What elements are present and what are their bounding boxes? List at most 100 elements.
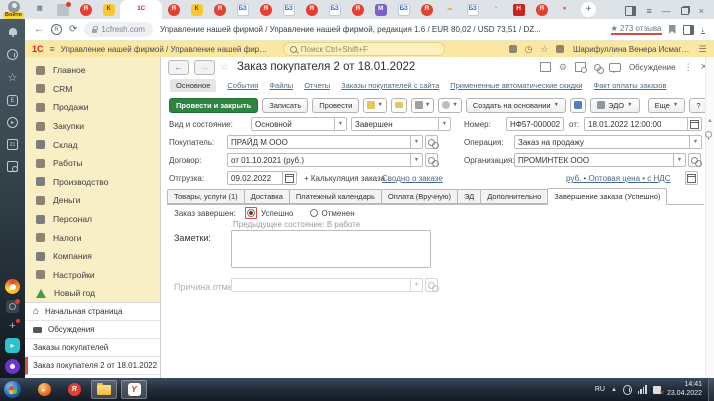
nav-tab[interactable]: Основное (170, 79, 216, 92)
tray-expand-icon[interactable]: ▲ (611, 387, 617, 393)
operation-input[interactable] (515, 138, 689, 147)
side-panel-icon[interactable] (625, 6, 636, 16)
open-contract-button[interactable] (425, 153, 438, 167)
order-calculation-link[interactable]: + Калькуляция заказа (304, 174, 385, 183)
browser-tab[interactable]: Я (300, 0, 323, 19)
yandex-app-button[interactable]: Я (61, 380, 87, 399)
history-icon[interactable] (7, 49, 18, 60)
restore-button[interactable] (681, 7, 689, 15)
calendar-icon[interactable] (687, 118, 701, 130)
detail-tab[interactable]: Товары, услуги (1) (167, 189, 245, 204)
print-button[interactable]: ▼ (411, 98, 434, 113)
detail-tab[interactable]: Завершение заказа (Успешно) (547, 188, 667, 205)
tab-groups-icon[interactable] (6, 300, 19, 313)
email-button[interactable] (391, 98, 407, 113)
browser-tab[interactable]: БЗ (461, 0, 484, 19)
sidebar-menu-item[interactable]: Работы (25, 154, 160, 173)
detail-tab[interactable]: Доставка (244, 189, 290, 204)
browser-tab[interactable]: ☁ (438, 0, 461, 19)
open-buyer-button[interactable] (425, 135, 438, 149)
price-settings-link[interactable]: руб. • Оптовая цена • с НДС (566, 174, 671, 183)
dropdown-icon[interactable]: ▼ (410, 136, 422, 148)
date-field[interactable] (584, 117, 702, 131)
dropdown-icon[interactable]: ▼ (334, 118, 346, 130)
open-window-item[interactable]: Начальная страница (25, 303, 160, 321)
refresh-icon[interactable]: ⟳ (69, 25, 77, 35)
close-window-button[interactable]: × (699, 6, 704, 16)
video-icon[interactable]: ▸ (7, 117, 18, 128)
screenshot-icon[interactable] (7, 161, 18, 172)
browser-tab[interactable]: ● (553, 0, 576, 19)
price-settings-button[interactable] (685, 171, 698, 185)
discussion-label[interactable]: Обсуждение (629, 63, 676, 72)
sidebar-menu-item[interactable]: Закупки (25, 117, 160, 136)
order-state-field[interactable]: ▼ (351, 117, 451, 131)
sidebar-menu-item[interactable]: Новый год (25, 284, 160, 303)
browser-tab[interactable]: Я (74, 0, 97, 19)
url-field[interactable]: 1cfresh.com (84, 22, 153, 37)
buyer-field[interactable]: ▼ (227, 135, 423, 149)
detail-tab[interactable]: Оплата (Вручную) (381, 189, 458, 204)
dropdown-icon[interactable]: ▼ (689, 136, 701, 148)
cancel-reason-open-button[interactable] (425, 278, 438, 292)
dropdown-icon[interactable]: ▼ (673, 154, 685, 166)
nav-tab[interactable]: Заказы покупателей с сайта (341, 81, 439, 90)
edo-button[interactable]: ЭДО▼ (590, 98, 640, 113)
organization-field[interactable]: ▼ (514, 153, 686, 167)
timer-button[interactable]: ▼ (438, 98, 461, 113)
open-window-item[interactable]: Обсуждения (25, 321, 160, 339)
sidebar-menu-item[interactable]: Настройки (25, 266, 160, 285)
services-icon[interactable]: E (7, 95, 18, 106)
search-doc-icon[interactable] (575, 62, 586, 72)
taskbar-clock[interactable]: 14:41 23.04.2022 (667, 381, 702, 399)
app-search-input[interactable]: Поиск Ctrl+Shift+F (283, 42, 445, 56)
alice-icon[interactable] (5, 359, 20, 374)
print-doc-button[interactable]: ▼ (363, 98, 386, 113)
buyer-input[interactable] (228, 138, 410, 147)
minimize-button[interactable]: — (662, 6, 671, 16)
nav-tab[interactable]: Примененные автоматические скидки (450, 81, 582, 90)
reviews-badge[interactable]: ★ 273 отзыва (611, 24, 662, 35)
browser-tab[interactable]: ▦ (28, 0, 51, 19)
order-summary-link[interactable]: Сводно о заказе (382, 174, 443, 183)
browser-tab[interactable]: Н (507, 0, 530, 19)
radio-cancelled-label[interactable]: Отменен (322, 209, 355, 218)
browser-tab[interactable]: БЗ (277, 0, 300, 19)
nav-tab[interactable]: Файлы (269, 81, 293, 90)
create-based-on-button[interactable]: Создать на основании▼ (466, 98, 566, 113)
tray-clock-icon[interactable] (623, 385, 632, 394)
favorite-star-icon[interactable]: ☆ (220, 62, 229, 73)
dropdown-icon[interactable]: ▼ (410, 154, 422, 166)
forward-button[interactable]: → (194, 60, 215, 75)
radio-success[interactable] (245, 207, 257, 219)
dropdown-icon[interactable]: ▼ (410, 279, 422, 291)
notifications-icon[interactable] (6, 25, 19, 38)
dropdown-icon[interactable]: ▼ (438, 118, 450, 130)
browser-tab[interactable]: Я (162, 0, 185, 19)
back-button[interactable]: ← (168, 60, 189, 75)
calendar-icon[interactable]: 21 (7, 139, 18, 150)
network-icon[interactable] (638, 385, 647, 394)
start-button[interactable] (4, 381, 21, 398)
keyboard-language[interactable]: RU (595, 386, 605, 393)
post-and-close-button[interactable]: Провести и закрыть (169, 98, 258, 113)
browser-menu-icon[interactable]: ≡ (646, 6, 651, 16)
add-panel-icon[interactable]: + (6, 319, 19, 332)
radio-success-label[interactable]: Успешно (261, 209, 294, 218)
more-vertical-icon[interactable]: ⋮ (684, 62, 693, 73)
new-tab-button[interactable]: + (581, 2, 596, 17)
sidebar-menu-item[interactable]: Склад (25, 135, 160, 154)
shipping-date-field[interactable] (227, 171, 297, 185)
browser-tab[interactable]: Я (208, 0, 231, 19)
operation-field[interactable]: ▼ (514, 135, 702, 149)
yandex-browser-icon[interactable] (5, 279, 20, 294)
view-settings-icon[interactable]: ☰ (698, 45, 707, 54)
save-button[interactable]: Записать (262, 98, 308, 113)
browser-tab[interactable]: 1С (120, 0, 162, 19)
nav-tab[interactable]: Отчеты (304, 81, 330, 90)
browser-task-button[interactable]: Y (121, 380, 147, 399)
number-input[interactable] (507, 120, 563, 129)
more-button[interactable]: Еще▼ (648, 98, 686, 113)
save-icon[interactable] (540, 62, 551, 72)
form-scrollbar[interactable] (705, 57, 714, 378)
